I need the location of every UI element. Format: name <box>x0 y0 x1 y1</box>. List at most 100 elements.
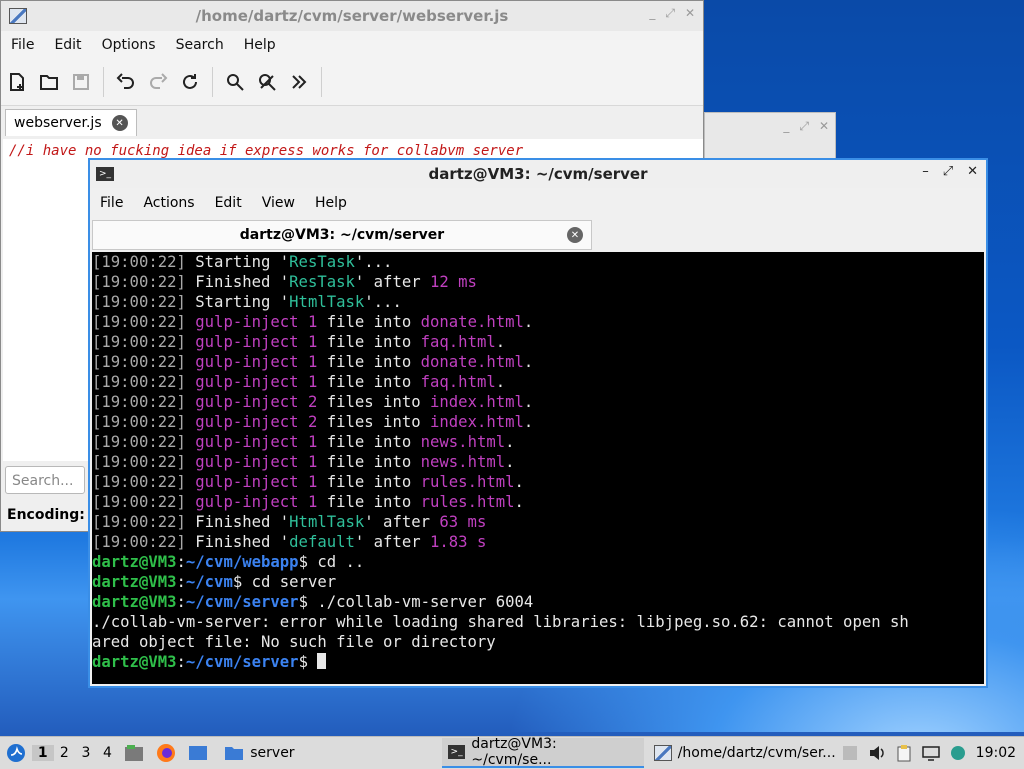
duration: 1.83 s <box>430 533 487 551</box>
minimize-icon[interactable]: – <box>922 164 929 179</box>
menu-help[interactable]: Help <box>305 195 357 211</box>
firefox-launcher[interactable] <box>150 737 182 769</box>
update-notifier-icon[interactable] <box>950 745 966 761</box>
terminal-line: [19:00:22] Finished 'ResTask' after 12 m… <box>92 272 984 292</box>
new-file-button[interactable] <box>1 66 33 98</box>
count: 1 <box>307 473 318 491</box>
filename: news.html <box>420 433 506 451</box>
maximize-icon[interactable]: ⤢ <box>943 164 953 179</box>
timestamp: [19:00:22] <box>92 453 186 471</box>
terminal-line: [19:00:22] Finished 'HtmlTask' after 63 … <box>92 512 984 532</box>
terminal-text: ' after <box>354 533 430 551</box>
maximize-icon[interactable]: ⤢ <box>799 119 809 134</box>
save-button[interactable] <box>65 66 97 98</box>
firefox-icon <box>157 744 176 762</box>
task-folder-server[interactable]: server <box>218 739 300 767</box>
task-name: gulp-inject <box>195 373 299 391</box>
menu-file[interactable]: File <box>1 37 44 53</box>
timestamp: [19:00:22] <box>92 313 186 331</box>
prompt-user: dartz@VM3 <box>92 653 177 671</box>
terminal-text: file into <box>317 453 421 471</box>
search-input[interactable]: Search... <box>5 466 85 494</box>
filename: news.html <box>420 453 506 471</box>
show-desktop-button[interactable] <box>182 737 214 769</box>
find-button[interactable] <box>219 66 251 98</box>
close-icon[interactable]: ✕ <box>111 115 128 131</box>
timestamp: [19:00:22] <box>92 533 186 551</box>
menu-help[interactable]: Help <box>234 37 286 53</box>
close-icon[interactable]: ✕ <box>967 164 978 179</box>
task-name: ResTask <box>289 253 355 271</box>
timestamp: [19:00:22] <box>92 333 186 351</box>
task-editor[interactable]: /home/dartz/cvm/ser... <box>648 739 842 767</box>
menu-options[interactable]: Options <box>92 37 166 53</box>
goto-button[interactable] <box>283 66 315 98</box>
clock[interactable]: 19:02 <box>976 745 1016 761</box>
tab-label: webserver.js <box>14 115 102 131</box>
workspace-2[interactable]: 2 <box>54 745 76 761</box>
filename: index.html <box>430 413 524 431</box>
terminal-text: file into <box>317 333 421 351</box>
close-icon[interactable]: ✕ <box>685 6 695 21</box>
terminal-text: Starting ' <box>185 253 290 271</box>
editor-titlebar[interactable]: /home/dartz/cvm/server/webserver.js _ ⤢ … <box>1 1 703 31</box>
terminal-text: Finished ' <box>185 273 290 291</box>
menu-actions[interactable]: Actions <box>133 195 204 211</box>
timestamp: [19:00:22] <box>92 293 186 311</box>
menu-edit[interactable]: Edit <box>205 195 252 211</box>
terminal-text: Starting ' <box>185 293 290 311</box>
filename: rules.html <box>420 473 515 491</box>
filename: index.html <box>430 393 524 411</box>
grid-icon[interactable] <box>842 745 858 761</box>
task-name: ResTask <box>289 273 355 291</box>
terminal-text: . <box>505 433 515 451</box>
workspace-3[interactable]: 3 <box>75 745 97 761</box>
background-window[interactable]: _ ⤢ ✕ <box>704 112 836 160</box>
file-manager-icon <box>125 745 144 761</box>
task-label: server <box>250 745 295 761</box>
redo-button[interactable] <box>142 66 174 98</box>
task-terminal[interactable]: >_ dartz@VM3: ~/cvm/se... <box>441 736 644 768</box>
terminal-text: . <box>523 313 534 331</box>
close-icon[interactable]: ✕ <box>819 119 829 134</box>
menu-view[interactable]: View <box>252 195 305 211</box>
minimize-icon[interactable]: _ <box>783 119 789 134</box>
task-name: gulp-inject <box>195 473 299 491</box>
network-icon[interactable] <box>921 745 940 761</box>
terminal-line: [19:00:22] gulp-inject 1 file into faq.h… <box>92 332 984 352</box>
lubuntu-logo-icon <box>7 744 25 762</box>
menu-edit[interactable]: Edit <box>44 37 91 53</box>
terminal-output[interactable]: [19:00:22] Starting 'ResTask'... [19:00:2… <box>92 252 984 684</box>
file-manager-launcher[interactable] <box>118 737 150 769</box>
clipboard-icon[interactable] <box>896 744 912 762</box>
close-icon[interactable]: ✕ <box>567 227 583 243</box>
workspace-4[interactable]: 4 <box>97 745 119 761</box>
minimize-icon[interactable]: _ <box>649 6 655 21</box>
open-button[interactable] <box>33 66 65 98</box>
replace-button[interactable] <box>251 66 283 98</box>
workspace-1[interactable]: 1 <box>32 745 54 761</box>
volume-icon[interactable] <box>868 745 886 761</box>
terminal-text: : <box>176 573 186 591</box>
filename: donate.html <box>420 313 524 331</box>
reload-button[interactable] <box>174 66 206 98</box>
task-name: gulp-inject <box>195 453 299 471</box>
save-icon <box>73 74 89 90</box>
terminal-text: . <box>523 413 534 431</box>
terminal-titlebar[interactable]: >_ dartz@VM3: ~/cvm/server – ⤢ ✕ <box>90 160 986 188</box>
undo-button[interactable] <box>110 66 142 98</box>
tab-webserver-js[interactable]: webserver.js ✕ <box>5 109 137 136</box>
terminal-text: '... <box>364 293 402 311</box>
task-label: dartz@VM3: ~/cvm/se... <box>471 736 557 768</box>
terminal-line: [19:00:22] gulp-inject 1 file into donat… <box>92 312 984 332</box>
prompt-path: ~/cvm <box>185 573 233 591</box>
menu-file[interactable]: File <box>90 195 133 211</box>
start-menu-button[interactable] <box>0 737 32 769</box>
maximize-icon[interactable]: ⤢ <box>665 6 675 21</box>
folder-icon <box>40 75 58 90</box>
menu-search[interactable]: Search <box>166 37 234 53</box>
terminal-line: [19:00:22] Finished 'default' after 1.83… <box>92 532 984 552</box>
terminal-window[interactable]: >_ dartz@VM3: ~/cvm/server – ⤢ ✕ File Ac… <box>88 158 988 688</box>
terminal-tab[interactable]: dartz@VM3: ~/cvm/server ✕ <box>92 220 592 250</box>
encoding-label: Encoding: <box>7 507 85 523</box>
